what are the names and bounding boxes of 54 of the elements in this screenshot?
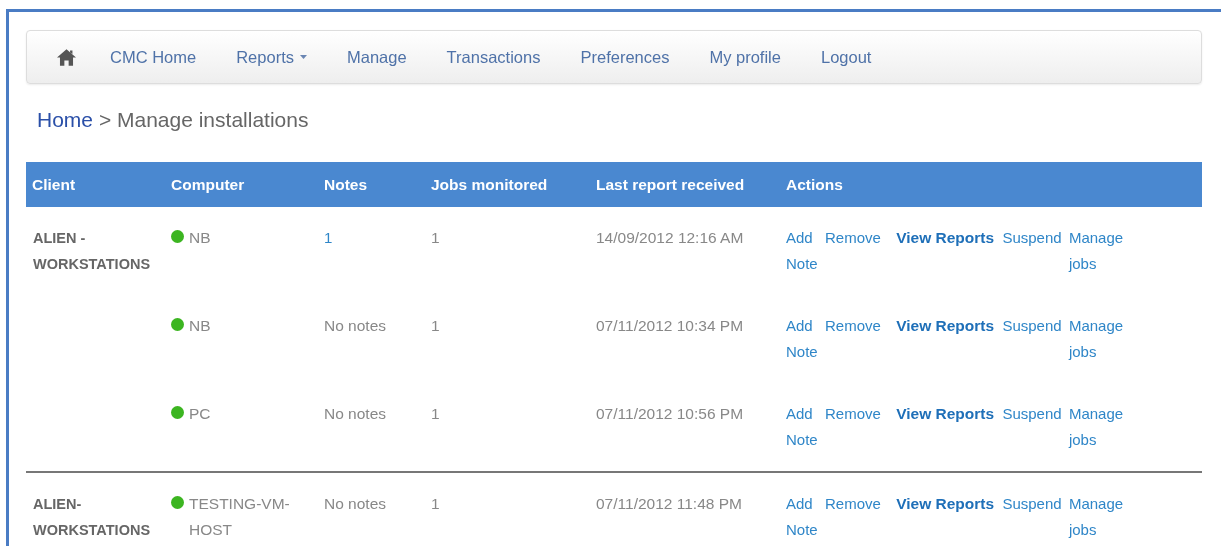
nav-link[interactable]: Transactions: [446, 47, 541, 67]
action-link[interactable]: Suspend: [1002, 401, 1062, 427]
action-link[interactable]: Remove: [825, 313, 881, 339]
notes-text: No notes: [324, 405, 387, 422]
action-link[interactable]: Add Note: [786, 225, 818, 277]
column-header: Client: [26, 162, 165, 207]
report-date: 07/11/2012 10:34 PM: [596, 317, 744, 334]
notes-text: No notes: [324, 495, 387, 512]
view-reports-link[interactable]: View Reports: [896, 491, 995, 517]
view-reports-link[interactable]: View Reports: [896, 313, 995, 339]
nav-link[interactable]: Logout: [820, 47, 872, 67]
nav-link[interactable]: Preferences: [580, 47, 670, 67]
report-date: 14/09/2012 12:16 AM: [596, 229, 744, 246]
action-link[interactable]: Add Note: [786, 401, 818, 453]
jobs-count: 1: [431, 405, 440, 422]
view-reports-link[interactable]: View Reports: [896, 225, 995, 251]
home-icon[interactable]: [57, 48, 76, 66]
action-link[interactable]: Add Note: [786, 491, 818, 543]
action-link[interactable]: Remove: [825, 491, 881, 517]
computer-name: TESTING-VM-HOST: [189, 494, 291, 540]
notes-text: No notes: [324, 317, 387, 334]
column-header: Actions: [780, 162, 1202, 207]
reports-menu[interactable]: Reports: [236, 47, 307, 67]
action-link[interactable]: Remove: [825, 401, 881, 427]
action-link[interactable]: Remove: [825, 225, 881, 251]
nav-link[interactable]: Manage: [346, 47, 407, 67]
action-link[interactable]: Suspend: [1002, 491, 1062, 517]
jobs-count: 1: [431, 229, 440, 246]
breadcrumb-link[interactable]: Home: [37, 108, 94, 131]
computer-name: NB: [189, 316, 211, 336]
action-link[interactable]: Manage jobs: [1068, 313, 1124, 365]
client-name: ALIEN - WORKSTATIONS: [33, 230, 151, 272]
action-link[interactable]: Manage jobs: [1068, 225, 1124, 277]
nav-link[interactable]: CMC Home: [110, 47, 197, 67]
report-date: 07/11/2012 11:48 PM: [596, 495, 742, 512]
action-link[interactable]: Manage jobs: [1068, 401, 1124, 453]
view-reports-link[interactable]: View Reports: [896, 401, 995, 427]
action-link[interactable]: Manage jobs: [1068, 491, 1124, 543]
report-date: 07/11/2012 10:56 PM: [596, 405, 744, 422]
jobs-count: 1: [431, 317, 440, 334]
computer-name: NB: [189, 228, 211, 248]
action-link[interactable]: Add Note: [786, 313, 818, 365]
column-header: Jobs monitored: [425, 162, 590, 207]
breadcrumb-current: > Manage installations: [98, 108, 309, 131]
nav-link[interactable]: My profile: [709, 47, 781, 67]
jobs-count: 1: [431, 495, 440, 512]
column-header: Notes: [318, 162, 425, 207]
column-header: Last report received: [590, 162, 780, 207]
computer-name: PC: [189, 404, 211, 424]
column-header: Computer: [165, 162, 318, 207]
action-link[interactable]: Suspend: [1002, 225, 1062, 251]
client-name: ALIEN-WORKSTATIONS: [33, 496, 151, 538]
action-link[interactable]: Suspend: [1002, 313, 1062, 339]
notes-link[interactable]: 1: [324, 229, 333, 246]
